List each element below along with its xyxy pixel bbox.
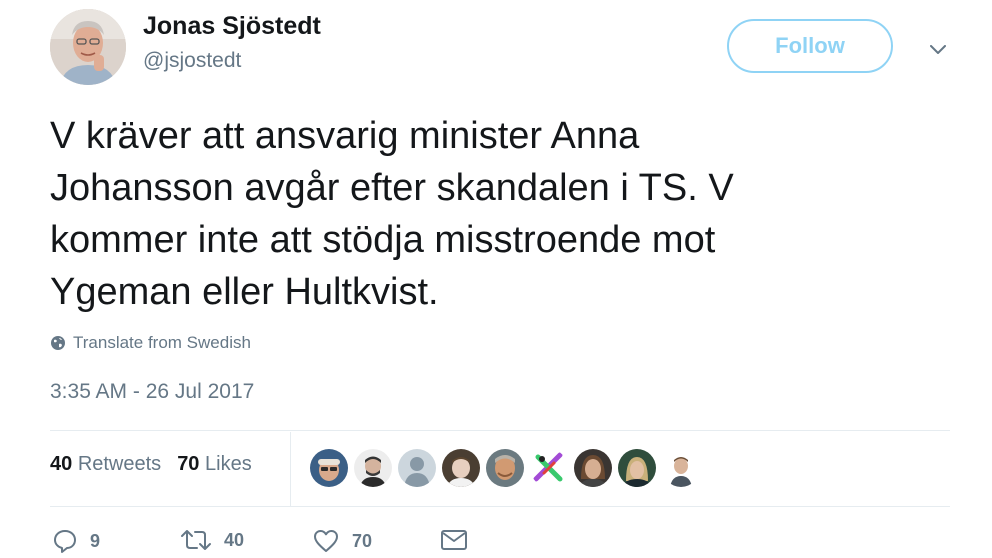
likes-label: Likes xyxy=(205,453,252,475)
retweets-label: Retweets xyxy=(77,453,162,475)
reply-button[interactable]: 9 xyxy=(52,528,100,554)
tweet-text-line: Johansson avgår efter skandalen i TS. V xyxy=(50,167,734,209)
direct-message-button[interactable] xyxy=(440,528,468,552)
reply-count: 9 xyxy=(90,530,101,551)
likes-stat[interactable]: 70 Likes xyxy=(177,453,252,476)
tweet-stats: 40 Retweets 70 Likes xyxy=(50,453,252,476)
liker-avatar-1[interactable] xyxy=(310,449,348,487)
avatar-icon xyxy=(662,449,700,487)
retweets-stat[interactable]: 40 Retweets xyxy=(50,453,161,476)
liker-avatar-4[interactable] xyxy=(442,449,480,487)
liker-avatar-6[interactable] xyxy=(530,449,568,487)
avatar-icon xyxy=(618,449,656,487)
tweet-text-line: Ygeman eller Hultkvist. xyxy=(50,271,439,313)
tweet-text: V kräver att ansvarig minister Anna Joha… xyxy=(50,110,930,318)
follow-button[interactable]: Follow xyxy=(727,19,893,73)
retweet-button[interactable]: 40 xyxy=(180,528,244,552)
retweet-count: 40 xyxy=(224,529,245,550)
translate-link[interactable]: Translate from Swedish xyxy=(50,333,251,353)
profile-photo-icon xyxy=(50,9,126,85)
chevron-down-icon xyxy=(930,45,946,54)
likes-count: 70 xyxy=(177,453,200,475)
retweets-count: 40 xyxy=(50,453,73,475)
avatar-icon xyxy=(574,449,612,487)
translate-label: Translate from Swedish xyxy=(73,333,251,352)
like-button[interactable]: 70 xyxy=(312,528,372,554)
envelope-icon xyxy=(441,530,467,550)
retweet-icon xyxy=(181,530,211,550)
avatar-icon xyxy=(442,449,480,487)
stats-divider xyxy=(290,432,291,506)
user-display-name[interactable]: Jonas Sjöstedt xyxy=(143,12,321,41)
avatar-icon xyxy=(354,449,392,487)
reply-icon xyxy=(54,530,76,553)
avatar-icon xyxy=(310,449,348,487)
default-avatar-icon xyxy=(398,449,436,487)
user-handle[interactable]: @jsjostedt xyxy=(143,49,241,73)
liker-avatar-3[interactable] xyxy=(398,449,436,487)
tweet-timestamp[interactable]: 3:35 AM - 26 Jul 2017 xyxy=(50,380,254,404)
tweet-text-line: kommer inte att stödja misstroende mot xyxy=(50,219,716,261)
liker-avatar-5[interactable] xyxy=(486,449,524,487)
avatar-icon xyxy=(486,449,524,487)
tweet-text-line: V kräver att ansvarig minister Anna xyxy=(50,115,640,157)
liker-avatar-8[interactable] xyxy=(618,449,656,487)
liker-avatar-9[interactable] xyxy=(662,449,700,487)
heart-icon xyxy=(314,530,338,552)
profile-avatar[interactable] xyxy=(50,9,126,85)
divider xyxy=(50,506,950,507)
more-options-button[interactable] xyxy=(926,38,950,62)
globe-icon xyxy=(51,336,65,350)
avatar-icon xyxy=(530,449,568,487)
liker-avatar-2[interactable] xyxy=(354,449,392,487)
liker-avatar-7[interactable] xyxy=(574,449,612,487)
likers-avatars xyxy=(310,449,700,487)
divider xyxy=(50,430,950,431)
like-count: 70 xyxy=(352,530,373,551)
